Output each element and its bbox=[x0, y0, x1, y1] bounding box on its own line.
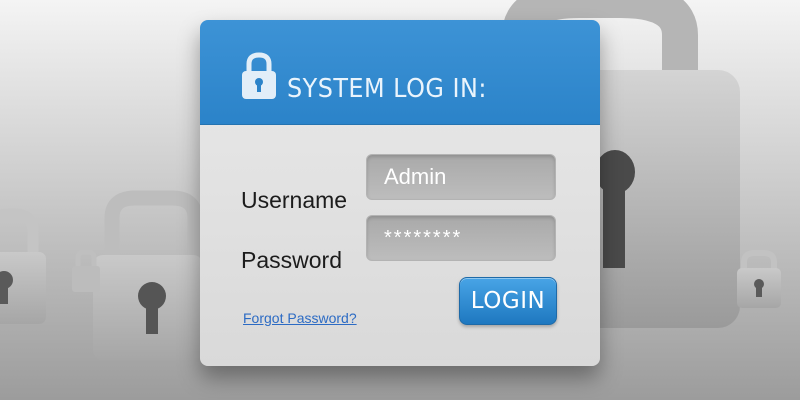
dialog-title: SYSTEM LOG IN: bbox=[287, 74, 487, 104]
dialog-header: SYSTEM LOG IN: bbox=[200, 20, 600, 125]
login-button[interactable]: LOGIN bbox=[459, 277, 557, 325]
lock-icon bbox=[242, 52, 276, 99]
login-dialog: SYSTEM LOG IN: Username Password Forgot … bbox=[200, 20, 600, 366]
padlock-icon bbox=[0, 208, 46, 324]
username-label: Username bbox=[241, 187, 348, 213]
padlock-icon bbox=[93, 190, 203, 360]
password-field[interactable] bbox=[366, 215, 556, 261]
padlock-icon bbox=[72, 249, 100, 292]
username-field[interactable] bbox=[366, 154, 556, 200]
padlock-icon bbox=[737, 250, 781, 308]
forgot-password-link[interactable]: Forgot Password? bbox=[243, 310, 357, 326]
password-label: Password bbox=[241, 247, 342, 273]
